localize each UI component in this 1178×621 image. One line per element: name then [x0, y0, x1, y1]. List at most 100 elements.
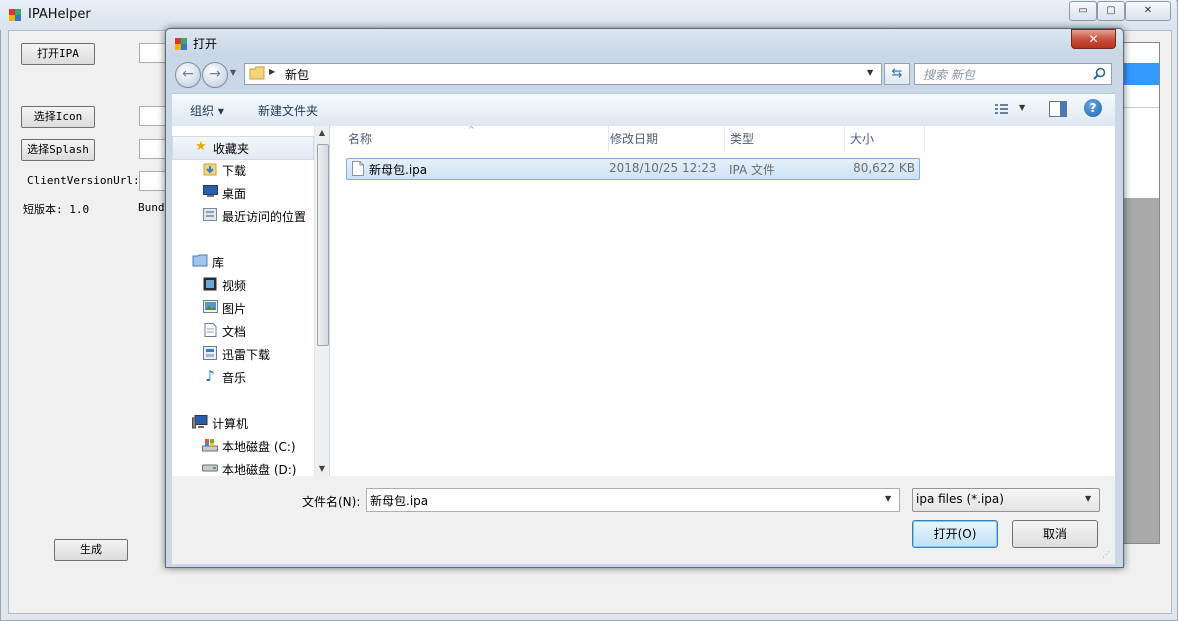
- filename-dropdown-icon[interactable]: ▼: [885, 494, 891, 503]
- dialog-close-button[interactable]: ✕: [1071, 29, 1116, 49]
- main-data-grid[interactable]: [1122, 42, 1160, 544]
- dialog-toolbar: 组织 ▾ 新建文件夹 ▼ ?: [172, 93, 1115, 127]
- filename-label: 文件名(N):: [302, 495, 361, 509]
- filetype-value: ipa files (*.ipa): [916, 492, 1004, 506]
- file-size: 80,622 KB: [853, 161, 915, 175]
- nav-item-videos[interactable]: 视频: [172, 274, 312, 296]
- dialog-title: 打开: [193, 37, 218, 51]
- navigation-pane: ★ 收藏夹 下载 桌面 最近访问的位置 库 视频 图片 文档 迅雷下载 ♪ 音乐…: [172, 126, 329, 477]
- main-window-title: IPAHelper: [28, 7, 91, 22]
- nav-item-desktop[interactable]: 桌面: [172, 182, 312, 204]
- grid-empty-area: [1123, 198, 1159, 543]
- nav-label: 音乐: [222, 371, 247, 385]
- scroll-down-icon[interactable]: ▼: [315, 462, 329, 476]
- folder-icon: [249, 66, 265, 80]
- filename-input[interactable]: 新母包.ipa ▼: [366, 488, 900, 512]
- address-bar[interactable]: ▶ 新包 ▼: [244, 63, 882, 85]
- nav-label: 计算机: [212, 417, 249, 431]
- search-icon[interactable]: [1093, 67, 1106, 80]
- resize-grip-icon[interactable]: ⋰: [1102, 551, 1110, 559]
- forward-arrow-icon[interactable]: →: [202, 62, 228, 88]
- minimize-button[interactable]: ▭: [1069, 1, 1097, 21]
- file-name: 新母包.ipa: [369, 163, 428, 177]
- address-dropdown-icon[interactable]: ▼: [867, 68, 873, 77]
- nav-item-downloads[interactable]: 下载: [172, 159, 312, 181]
- nav-item-xunlei[interactable]: 迅雷下载: [172, 343, 312, 365]
- star-icon: ★: [195, 139, 207, 154]
- recent-places-icon: [202, 208, 218, 222]
- dialog-titlebar: [166, 29, 1123, 57]
- short-version-label: 短版本: 1.0: [23, 203, 90, 216]
- xunlei-icon: [202, 346, 218, 360]
- nav-label: 收藏夹: [213, 142, 250, 156]
- nav-label: 迅雷下载: [222, 348, 271, 362]
- nav-label: 最近访问的位置: [222, 210, 307, 224]
- help-icon[interactable]: ?: [1084, 99, 1102, 117]
- music-icon: ♪: [205, 367, 215, 385]
- scroll-thumb[interactable]: [317, 144, 329, 346]
- column-header-name[interactable]: 名称: [342, 126, 609, 152]
- nav-item-libraries[interactable]: 库: [172, 251, 312, 273]
- scroll-up-icon[interactable]: ▲: [315, 126, 329, 140]
- disk-c-icon: [202, 438, 218, 452]
- nav-item-recent[interactable]: 最近访问的位置: [172, 205, 312, 227]
- main-close-button[interactable]: ✕: [1125, 1, 1171, 21]
- select-icon-button[interactable]: 选择Icon: [21, 106, 95, 128]
- column-header-date[interactable]: 修改日期: [604, 126, 725, 152]
- nav-item-disk-c[interactable]: 本地磁盘 (C:): [172, 435, 312, 457]
- nav-item-pictures[interactable]: 图片: [172, 297, 312, 319]
- desktop-icon: [202, 185, 218, 199]
- view-options-icon[interactable]: [994, 102, 1010, 116]
- file-date: 2018/10/25 12:23: [609, 161, 717, 175]
- select-splash-button[interactable]: 选择Splash: [21, 139, 95, 161]
- nav-label: 文档: [222, 325, 247, 339]
- grid-selected-row[interactable]: [1123, 63, 1159, 85]
- bundle-label: Bund: [138, 201, 165, 214]
- organize-menu[interactable]: 组织 ▾: [190, 102, 224, 119]
- address-row: ← → ▼ ▶ 新包 ▼ ⇆ 搜索 新包: [172, 59, 1115, 89]
- preview-pane-icon[interactable]: [1049, 101, 1067, 117]
- nav-label: 库: [212, 256, 225, 270]
- dialog-footer: 文件名(N): 新母包.ipa ▼ ipa files (*.ipa) ▼ 打开…: [172, 476, 1115, 564]
- history-dropdown-icon[interactable]: ▼: [230, 68, 236, 77]
- refresh-icon[interactable]: ⇆: [884, 63, 910, 85]
- nav-item-favorites[interactable]: ★ 收藏夹: [172, 136, 314, 160]
- dialog-app-icon: [175, 38, 187, 50]
- file-type: IPA 文件: [729, 163, 776, 177]
- nav-item-computer[interactable]: 计算机: [172, 412, 312, 434]
- nav-label: 桌面: [222, 187, 247, 201]
- app-icon: [9, 9, 21, 21]
- open-ipa-button[interactable]: 打开IPA: [21, 43, 95, 65]
- client-version-url-label: ClientVersionUrl:: [27, 174, 140, 187]
- cancel-button[interactable]: 取消: [1012, 520, 1098, 548]
- library-icon: [192, 254, 208, 268]
- grid-divider: [1123, 107, 1159, 108]
- nav-scrollbar[interactable]: ▲ ▼: [314, 126, 329, 476]
- filename-value: 新母包.ipa: [370, 494, 429, 508]
- download-folder-icon: [202, 162, 218, 176]
- open-file-dialog: 打开 ✕ ← → ▼ ▶ 新包 ▼ ⇆ 搜索 新包 组织 ▾ 新建文件夹 ▼ ?…: [165, 28, 1124, 568]
- filetype-select[interactable]: ipa files (*.ipa) ▼: [912, 488, 1100, 512]
- nav-label: 下载: [222, 164, 247, 178]
- search-input[interactable]: 搜索 新包: [914, 63, 1112, 85]
- picture-icon: [202, 300, 218, 314]
- generate-button[interactable]: 生成: [54, 539, 128, 561]
- filetype-dropdown-icon[interactable]: ▼: [1085, 494, 1091, 503]
- column-header-size[interactable]: 大小: [844, 126, 925, 152]
- breadcrumb-current[interactable]: 新包: [285, 66, 309, 83]
- video-icon: [202, 277, 218, 291]
- search-placeholder: 搜索 新包: [923, 68, 975, 82]
- disk-d-icon: [202, 461, 218, 475]
- open-button[interactable]: 打开(O): [912, 520, 998, 548]
- view-dropdown-icon[interactable]: ▼: [1019, 103, 1025, 112]
- nav-label: 视频: [222, 279, 247, 293]
- nav-item-music[interactable]: ♪ 音乐: [172, 366, 312, 388]
- document-icon: [202, 323, 218, 337]
- back-arrow-icon[interactable]: ←: [175, 62, 201, 88]
- maximize-button[interactable]: ▢: [1097, 1, 1125, 21]
- nav-item-documents[interactable]: 文档: [172, 320, 312, 342]
- file-row[interactable]: 新母包.ipa 2018/10/25 12:23 IPA 文件 80,622 K…: [346, 158, 920, 180]
- breadcrumb-chevron-icon[interactable]: ▶: [269, 67, 275, 76]
- column-header-type[interactable]: 类型: [724, 126, 845, 152]
- new-folder-button[interactable]: 新建文件夹: [258, 102, 318, 119]
